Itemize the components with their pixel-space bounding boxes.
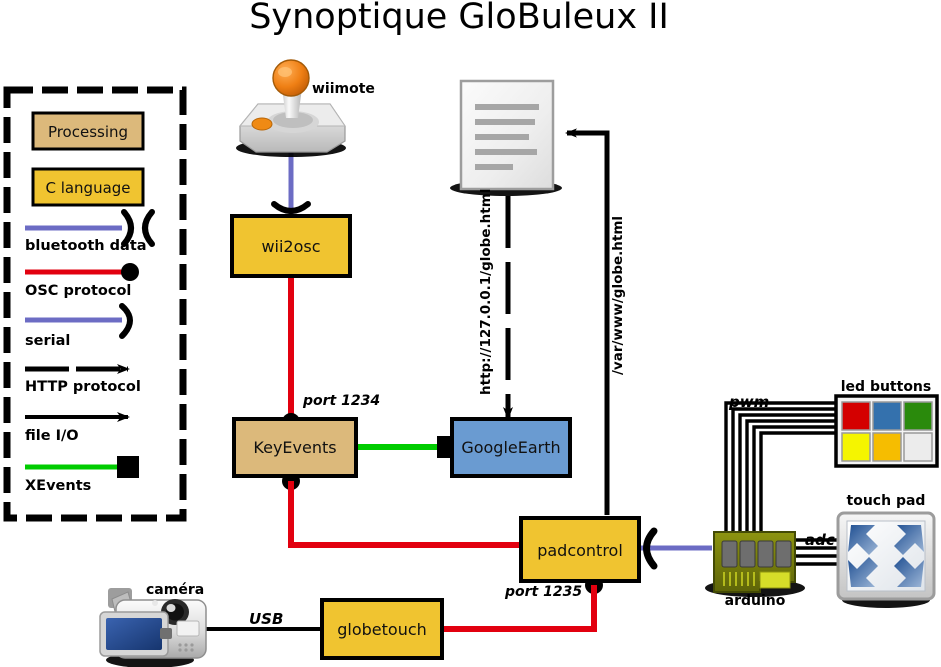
node-googleearth[interactable]: GoogleEarth (450, 417, 572, 478)
led-button-blue[interactable] (872, 401, 902, 431)
node-globetouch-label: globetouch (337, 620, 427, 639)
edge-label-http-url: http://127.0.0.1/globe.html (478, 189, 494, 395)
legend-label-c-language: C language (45, 179, 130, 197)
edge-arduino-ledbuttons-pwm (724, 401, 838, 531)
led-buttons-label: led buttons (841, 379, 931, 395)
legend-label-http: HTTP protocol (25, 379, 141, 395)
arduino-icon (705, 531, 805, 597)
page-title: Synoptique GloBuleux II (249, 0, 669, 37)
touchpad-label: touch pad (847, 493, 926, 509)
node-wii2osc[interactable]: wii2osc (230, 214, 352, 278)
arduino-label: arduino (725, 593, 786, 609)
camera-label: caméra (146, 582, 204, 598)
edge-label-pwm: pwm (728, 393, 769, 411)
node-wii2osc-label: wii2osc (261, 237, 320, 256)
diagram-canvas: Synoptique GloBuleux II wii2osc KeyEvent… (0, 0, 941, 667)
edge-keyevents-padcontrol (288, 481, 527, 548)
node-padcontrol[interactable]: padcontrol (519, 516, 641, 583)
document-icon (450, 79, 562, 196)
wiimote-label: wiimote (312, 81, 375, 97)
osc-dot-icon (121, 263, 139, 281)
led-button-red[interactable] (841, 401, 871, 431)
edge-label-port-1234: port 1234 (302, 393, 380, 409)
led-buttons-panel[interactable] (834, 394, 939, 468)
edge-padcontrol-document-fileio (565, 128, 610, 515)
wiimote-icon (236, 59, 346, 157)
camera-icon (99, 588, 207, 667)
legend-label-osc: OSC protocol (25, 283, 131, 299)
edge-label-usb: USB (249, 610, 283, 628)
node-keyevents[interactable]: KeyEvents (232, 417, 358, 478)
node-keyevents-label: KeyEvents (253, 438, 336, 457)
legend-label-processing: Processing (48, 123, 128, 141)
node-globetouch[interactable]: globetouch (320, 598, 444, 660)
edge-label-adc: adc (805, 531, 835, 549)
led-button-yellow[interactable] (841, 432, 871, 462)
touchpad-icon[interactable] (836, 511, 936, 608)
diagram-svg: Synoptique GloBuleux II wii2osc KeyEvent… (3, 0, 939, 667)
led-button-white[interactable] (903, 432, 933, 462)
legend-label-fileio: file I/O (25, 428, 79, 444)
legend-border (3, 86, 187, 522)
legend-panel (3, 86, 187, 522)
led-button-amber[interactable] (872, 432, 902, 462)
led-button-green[interactable] (903, 401, 933, 431)
legend-label-bluetooth: bluetooth data (25, 238, 147, 254)
legend-label-xevents: XEvents (25, 478, 91, 494)
node-googleearth-label: GoogleEarth (461, 438, 560, 457)
xevents-square-icon (117, 456, 139, 478)
node-padcontrol-label: padcontrol (537, 541, 623, 560)
legend-label-serial: serial (25, 333, 70, 349)
edge-label-port-1235: port 1235 (504, 584, 582, 600)
edge-label-file-path: /var/www/globe.html (610, 216, 626, 375)
